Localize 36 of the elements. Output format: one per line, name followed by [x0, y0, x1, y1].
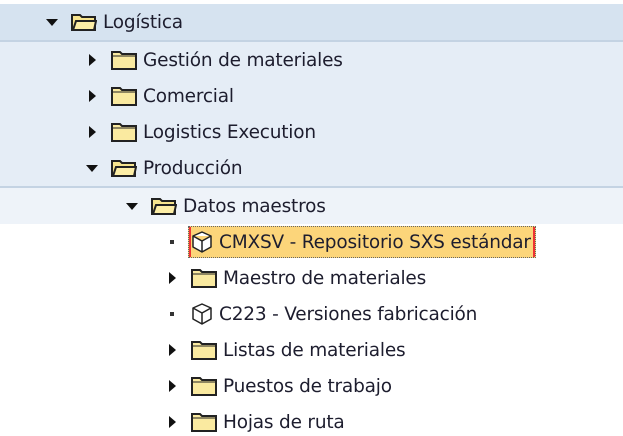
tree-node[interactable]: Logística — [68, 6, 188, 38]
tree-node[interactable]: C223 - Versiones fabricación — [188, 298, 482, 330]
expand-triangle-icon[interactable] — [88, 54, 96, 66]
tree-node[interactable]: Hojas de ruta — [188, 406, 350, 436]
folder-icon — [111, 86, 137, 106]
open-folder-icon — [151, 196, 177, 216]
tree-node[interactable]: Logistics Execution — [108, 116, 321, 148]
folder-icon — [111, 122, 137, 142]
collapse-triangle-icon[interactable] — [86, 164, 98, 172]
open-folder-icon — [71, 12, 97, 32]
expand-triangle-icon[interactable] — [88, 90, 96, 102]
tree-node[interactable]: CMXSV - Repositorio SXS estándar — [188, 226, 536, 258]
cube-icon — [191, 303, 213, 325]
tree-node[interactable]: Comercial — [108, 80, 239, 112]
expand-triangle-icon[interactable] — [88, 126, 96, 138]
tree-node[interactable]: Datos maestros — [148, 190, 331, 222]
open-folder-icon — [111, 158, 137, 178]
folder-icon — [191, 412, 217, 432]
tree-node[interactable]: Puestos de trabajo — [188, 370, 397, 402]
folder-icon — [191, 268, 217, 288]
tree-node[interactable]: Producción — [108, 152, 248, 184]
expand-triangle-icon[interactable] — [168, 344, 176, 356]
tree-node[interactable]: Listas de materiales — [188, 334, 410, 366]
folder-icon — [191, 340, 217, 360]
tree-node[interactable]: Maestro de materiales — [188, 262, 432, 294]
cube-icon — [191, 231, 213, 253]
collapse-triangle-icon[interactable] — [126, 202, 138, 210]
expand-triangle-icon[interactable] — [168, 416, 176, 428]
expand-triangle-icon[interactable] — [168, 272, 176, 284]
bullet-icon — [170, 240, 174, 244]
folder-icon — [191, 376, 217, 396]
tree-node[interactable]: Gestión de materiales — [108, 44, 348, 76]
bullet-icon — [170, 312, 174, 316]
folder-icon — [111, 50, 137, 70]
collapse-triangle-icon[interactable] — [46, 18, 58, 26]
expand-triangle-icon[interactable] — [168, 380, 176, 392]
